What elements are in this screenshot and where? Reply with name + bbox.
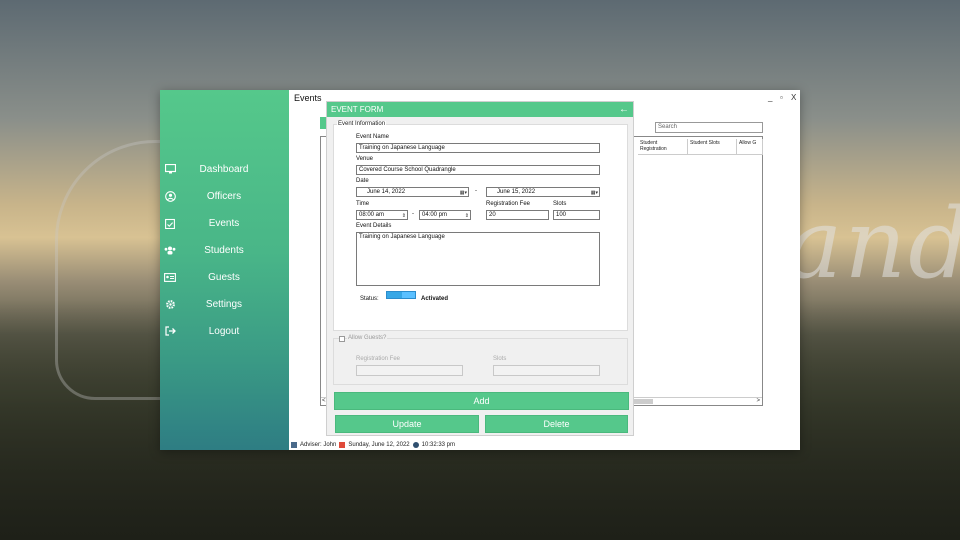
column-header[interactable]: Allow G — [737, 139, 763, 155]
sidebar-item-events[interactable]: Events — [160, 213, 289, 233]
time-separator: - — [412, 211, 414, 217]
end-date-value: June 15, 2022 — [497, 189, 536, 195]
guest-registration-fee-field[interactable] — [356, 365, 463, 376]
slots-label: Slots — [553, 201, 567, 207]
id-card-icon — [164, 271, 176, 283]
guest-slots-label: Slots — [493, 356, 507, 362]
venue-field[interactable]: Covered Course School Quadrangle — [356, 165, 600, 175]
logout-icon — [164, 325, 176, 337]
sidebar-item-students[interactable]: Students — [160, 240, 289, 260]
group-legend: Event Information — [337, 121, 387, 127]
slots-field[interactable]: 100 — [553, 210, 600, 220]
time-label: Time — [356, 201, 370, 207]
date-separator: - — [475, 188, 477, 194]
toggle-knob — [402, 292, 415, 298]
sidebar-item-label: Dashboard — [199, 163, 249, 175]
start-date-picker[interactable]: June 14, 2022 ▦▾ — [356, 187, 469, 197]
registration-fee-label: Registration Fee — [486, 201, 531, 207]
status-label: Status: — [360, 296, 379, 302]
search-input[interactable]: Search — [655, 122, 763, 133]
sidebar: Dashboard Officers Events Students Guest… — [160, 90, 289, 450]
calendar-icon — [339, 441, 346, 448]
minimize-button[interactable]: _ — [768, 93, 772, 102]
date-label: Date — [356, 178, 369, 184]
add-button[interactable]: Add — [334, 392, 629, 410]
sidebar-item-dashboard[interactable]: Dashboard — [160, 159, 289, 179]
end-date-picker[interactable]: June 15, 2022 ▦▾ — [486, 187, 600, 197]
scroll-left-button[interactable]: < — [322, 398, 326, 404]
sidebar-item-label: Officers — [206, 190, 242, 202]
guest-slots-field[interactable] — [493, 365, 600, 376]
spinner-icon[interactable]: ⇕ — [402, 212, 406, 219]
adviser-label: Adviser: John — [300, 441, 337, 448]
scroll-thumb[interactable] — [633, 399, 653, 404]
close-button[interactable]: X — [791, 93, 796, 102]
sidebar-item-label: Events — [208, 217, 240, 229]
status-value: Activated — [421, 296, 449, 302]
time-label: 10:32:33 pm — [421, 441, 455, 448]
allow-guests-label: Allow Guests? — [347, 335, 388, 341]
table-header: Student Registration Student Slots Allow… — [638, 139, 763, 155]
back-arrow-icon[interactable]: ← — [619, 102, 629, 117]
event-details-textarea[interactable]: Training on Japanese Language — [356, 232, 600, 286]
status-bar: Adviser: John Sunday, June 12, 2022 10:3… — [289, 439, 800, 450]
event-details-label: Event Details — [356, 223, 392, 229]
gear-icon — [164, 298, 176, 310]
status-toggle[interactable] — [386, 291, 416, 299]
sidebar-item-label: Guests — [208, 271, 240, 283]
event-form-titlebar: EVENT FORM ← — [327, 102, 633, 117]
venue-label: Venue — [356, 156, 374, 162]
guests-group: Allow Guests? Registration Fee Slots — [333, 335, 628, 385]
guest-registration-fee-label: Registration Fee — [356, 356, 401, 362]
date-label: Sunday, June 12, 2022 — [348, 441, 410, 448]
users-icon — [164, 244, 176, 256]
sidebar-item-label: Logout — [208, 325, 240, 337]
calendar-check-icon — [164, 217, 176, 229]
sidebar-item-officers[interactable]: Officers — [160, 186, 289, 206]
page-title: Events — [294, 93, 322, 103]
delete-button[interactable]: Delete — [485, 415, 628, 433]
start-date-value: June 14, 2022 — [367, 189, 406, 195]
registration-fee-field[interactable]: 20 — [486, 210, 549, 220]
user-circle-icon — [164, 190, 176, 202]
sidebar-item-guests[interactable]: Guests — [160, 267, 289, 287]
spinner-icon[interactable]: ⇕ — [465, 212, 469, 219]
update-button[interactable]: Update — [335, 415, 479, 433]
allow-guests-checkbox[interactable] — [339, 336, 345, 342]
calendar-dropdown-icon[interactable]: ▦▾ — [591, 189, 598, 196]
sidebar-item-settings[interactable]: Settings — [160, 294, 289, 314]
calendar-dropdown-icon[interactable]: ▦▾ — [460, 189, 467, 196]
maximize-button[interactable]: ▫ — [780, 93, 783, 102]
event-name-field[interactable]: Training on Japanese Language — [356, 143, 600, 153]
sidebar-item-label: Students — [204, 244, 244, 256]
end-time-value: 04:00 pm — [422, 212, 448, 218]
event-name-label: Event Name — [356, 134, 390, 140]
start-time-picker[interactable]: 08:00 am ⇕ — [356, 210, 408, 220]
column-header[interactable]: Student Registration — [638, 139, 688, 155]
event-form-dialog: EVENT FORM ← Event Information Event Nam… — [326, 101, 634, 436]
column-header[interactable]: Student Slots — [688, 139, 737, 155]
monitor-icon — [164, 163, 176, 175]
end-time-picker[interactable]: 04:00 pm ⇕ — [419, 210, 471, 220]
scroll-right-button[interactable]: > — [756, 398, 760, 404]
sidebar-item-label: Settings — [205, 298, 243, 310]
event-information-group: Event Information Event Name Training on… — [333, 121, 628, 331]
start-time-value: 08:00 am — [359, 212, 385, 218]
sidebar-item-logout[interactable]: Logout — [160, 321, 289, 341]
clock-icon — [412, 441, 419, 448]
adviser-icon — [291, 441, 297, 448]
event-form-title: EVENT FORM — [331, 105, 384, 114]
